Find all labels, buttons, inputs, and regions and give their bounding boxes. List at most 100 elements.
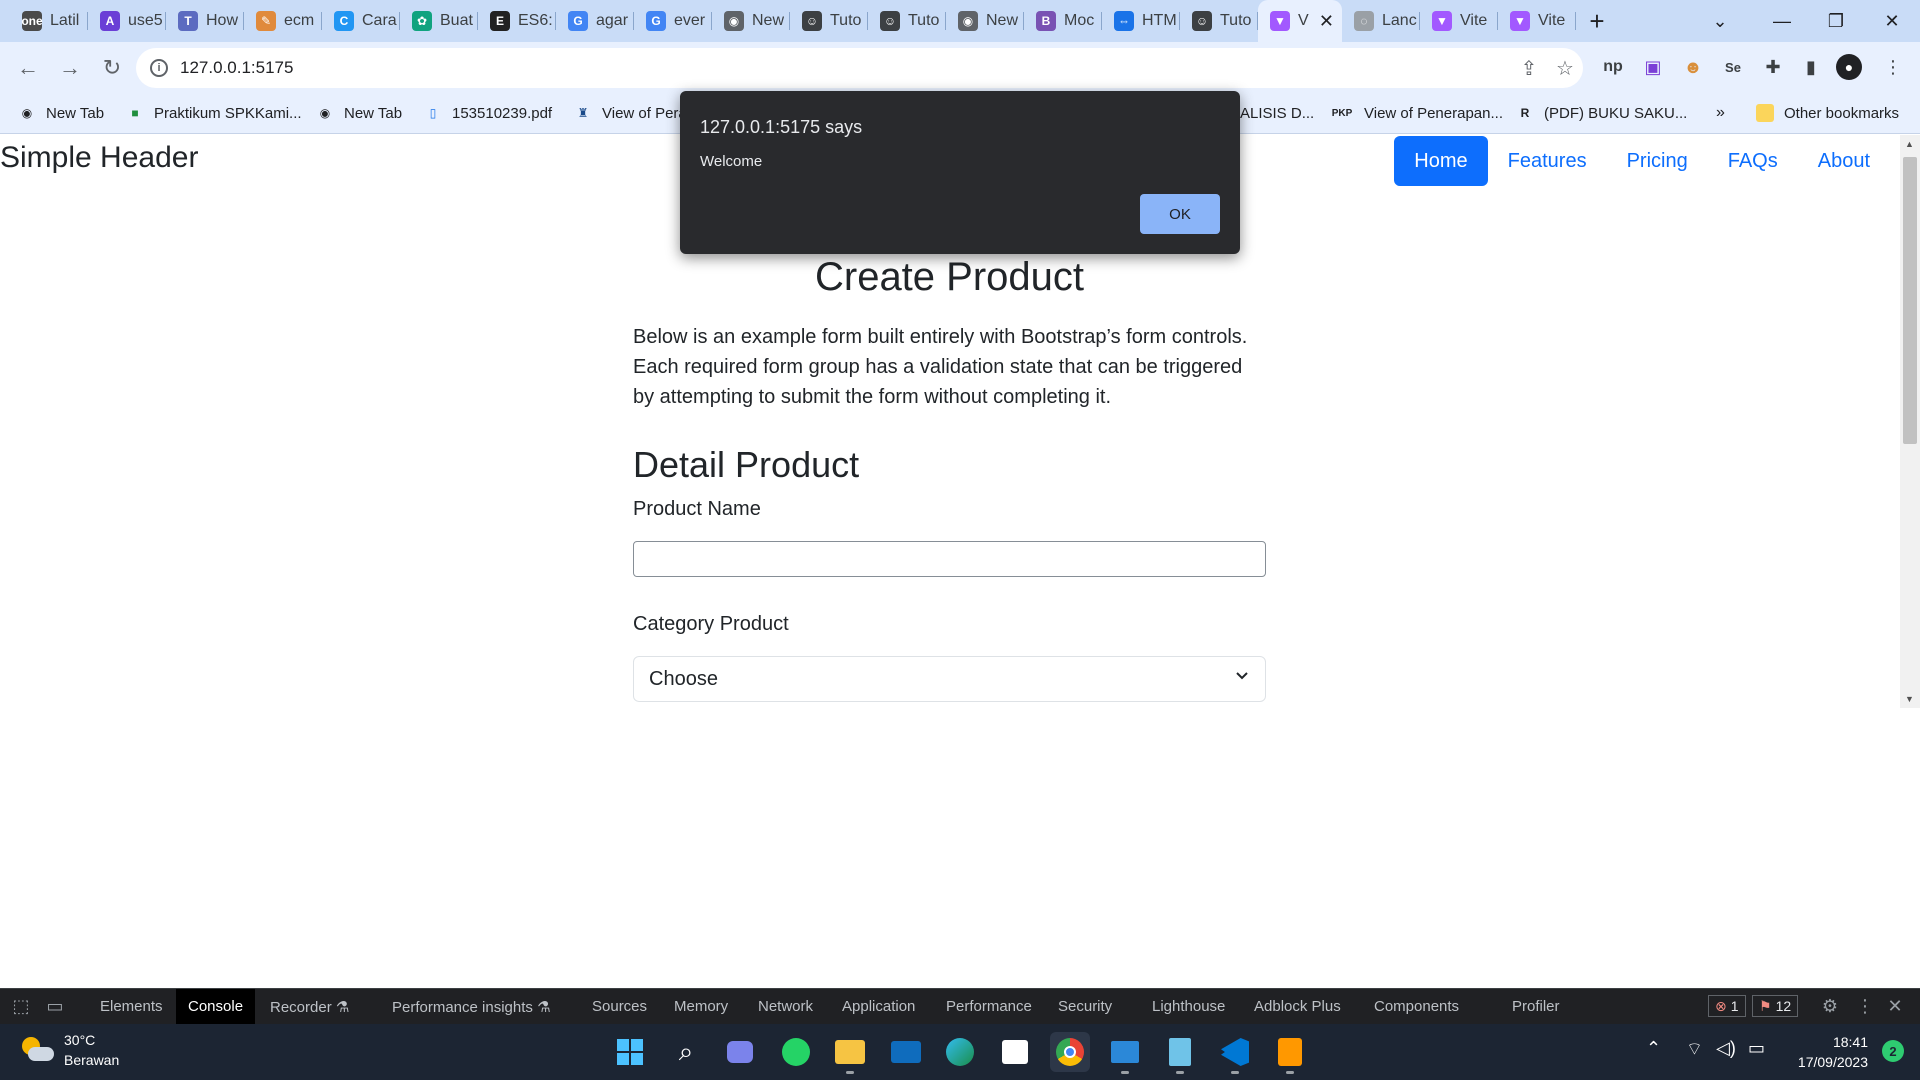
page-scrollbar[interactable]: ▲ ▼ <box>1900 135 1920 708</box>
devtools-tab[interactable]: Lighthouse <box>1140 989 1237 1024</box>
browser-tab[interactable]: ◉ New <box>712 0 790 42</box>
remote-desktop-icon[interactable] <box>1105 1032 1145 1074</box>
bookmark-item[interactable]: ■ Praktikum SPKKami... <box>126 94 301 132</box>
scroll-down-icon[interactable]: ▼ <box>1905 694 1914 704</box>
bookmark-item[interactable]: ALISIS D... <box>1240 94 1314 132</box>
devtools-tab[interactable]: Network <box>746 989 825 1024</box>
vscode-icon[interactable] <box>1215 1032 1255 1074</box>
scroll-thumb[interactable] <box>1903 157 1917 444</box>
site-info-icon[interactable]: i <box>150 59 168 77</box>
devtools-tab[interactable]: Performance insights ⚗ <box>380 989 563 1024</box>
tab-close-icon[interactable]: ✕ <box>1319 11 1334 32</box>
bookmark-item[interactable]: PKP View of Penerapan... <box>1330 94 1503 132</box>
devtools-tab[interactable]: Console <box>176 989 256 1024</box>
inspect-element-icon[interactable]: ⬚ <box>6 989 36 1024</box>
nav-link-features[interactable]: Features <box>1488 136 1607 186</box>
address-bar[interactable]: i 127.0.0.1:5175 ⇪ ☆ <box>136 48 1583 88</box>
browser-tab[interactable]: ☺ Tuto <box>790 0 868 42</box>
minimize-icon[interactable]: — <box>1752 0 1812 42</box>
devtools-tab[interactable]: Application <box>830 989 927 1024</box>
purple-extension-icon[interactable]: ▣ <box>1638 52 1668 82</box>
nav-link-about[interactable]: About <box>1798 136 1890 186</box>
settings-gear-icon[interactable]: ⚙ <box>1815 989 1845 1024</box>
bookmark-item[interactable]: R (PDF) BUKU SAKU... <box>1516 94 1688 132</box>
tab-search-icon[interactable]: ⌄ <box>1690 0 1750 42</box>
devtools-tab[interactable]: Sources <box>580 989 659 1024</box>
store-icon[interactable] <box>995 1032 1035 1072</box>
np-extension-icon[interactable]: np <box>1598 52 1628 82</box>
browser-tab[interactable]: ☺ Tuto <box>1180 0 1258 42</box>
browser-tab[interactable]: ⇔ HTM <box>1102 0 1180 42</box>
profile-avatar[interactable]: ● <box>1836 54 1862 80</box>
volume-icon[interactable]: ◁) <box>1716 1038 1736 1059</box>
devtools-tab[interactable]: Security <box>1046 989 1124 1024</box>
notification-badge[interactable]: 2 <box>1882 1040 1904 1062</box>
browser-tab[interactable]: C Cara <box>322 0 400 42</box>
share-icon[interactable]: ⇪ <box>1511 48 1547 88</box>
browser-tab[interactable]: T How <box>166 0 244 42</box>
bookmark-item[interactable]: ♜ View of Pera <box>574 94 687 132</box>
devtools-tab[interactable]: Profiler <box>1500 989 1572 1024</box>
chrome-icon[interactable] <box>1050 1032 1090 1072</box>
tray-overflow-icon[interactable]: ⌃ <box>1646 1038 1661 1059</box>
reload-icon[interactable]: ↻ <box>92 48 132 88</box>
forward-icon[interactable]: → <box>50 48 90 88</box>
issue-count-badge[interactable]: ⚑ 12 <box>1752 995 1799 1017</box>
wifi-icon[interactable]: ⌔ <box>1686 1038 1703 1061</box>
nav-link-faqs[interactable]: FAQs <box>1708 136 1798 186</box>
selenium-extension-icon[interactable]: Se <box>1718 52 1748 82</box>
file-explorer-icon[interactable] <box>830 1032 870 1074</box>
browser-tab[interactable]: B Moc <box>1024 0 1102 42</box>
browser-tab[interactable]: ▼ Vite <box>1498 0 1576 42</box>
devtools-tab[interactable]: Memory <box>662 989 740 1024</box>
restore-icon[interactable]: ❐ <box>1806 0 1866 42</box>
menu-kebab-icon[interactable]: ⋮ <box>1878 52 1908 82</box>
nav-link-pricing[interactable]: Pricing <box>1607 136 1708 186</box>
new-tab-button[interactable]: + <box>1576 0 1618 42</box>
browser-tab[interactable]: ☺ Tuto <box>868 0 946 42</box>
devtools-menu-icon[interactable]: ⋮ <box>1850 989 1880 1024</box>
close-devtools-icon[interactable]: ✕ <box>1880 989 1910 1024</box>
other-bookmarks[interactable]: Other bookmarks <box>1756 94 1899 132</box>
browser-tab[interactable]: Gever <box>634 0 712 42</box>
start-button-icon[interactable] <box>610 1032 650 1072</box>
notepad-icon[interactable] <box>1160 1032 1200 1074</box>
extensions-puzzle-icon[interactable]: ✚ <box>1758 52 1788 82</box>
teams-chat-icon[interactable] <box>720 1032 760 1072</box>
mail-icon[interactable] <box>886 1032 926 1072</box>
error-count-badge[interactable]: ⊗ 1 <box>1708 995 1746 1017</box>
avatar-extension-icon[interactable]: ☻ <box>1678 52 1708 82</box>
back-icon[interactable]: ← <box>8 48 48 88</box>
scroll-up-icon[interactable]: ▲ <box>1905 139 1914 149</box>
ok-button[interactable]: OK <box>1140 194 1220 234</box>
bookmark-item[interactable]: ◉ New Tab <box>18 94 104 132</box>
devtools-tab[interactable]: Performance <box>934 989 1044 1024</box>
browser-tab[interactable]: Ause5 <box>88 0 166 42</box>
devtools-tab[interactable]: Components <box>1362 989 1471 1024</box>
bookmark-star-icon[interactable]: ☆ <box>1547 48 1583 88</box>
sublime-text-icon[interactable] <box>1270 1032 1310 1074</box>
close-window-icon[interactable]: ✕ <box>1862 0 1920 42</box>
browser-tab[interactable]: ✿ Buat <box>400 0 478 42</box>
browser-tab[interactable]: ▼ Vite <box>1420 0 1498 42</box>
search-icon[interactable]: ⌕ <box>666 1032 706 1072</box>
product-name-input[interactable] <box>633 541 1266 577</box>
nav-link-home[interactable]: Home <box>1394 136 1488 186</box>
browser-tab[interactable]: ▼ V ✕ <box>1258 0 1342 42</box>
bookmarks-overflow-icon[interactable]: » <box>1716 94 1725 132</box>
browser-tab[interactable]: ◌ Lanc <box>1342 0 1420 42</box>
devtools-tab[interactable]: Recorder ⚗ <box>258 989 361 1024</box>
brand-title[interactable]: Simple Header <box>0 141 198 175</box>
bookmark-item[interactable]: ◉ New Tab <box>316 94 402 132</box>
whatsapp-icon[interactable] <box>776 1032 816 1072</box>
browser-tab[interactable]: one Latil <box>10 0 88 42</box>
devtools-tab[interactable]: Adblock Plus <box>1242 989 1353 1024</box>
device-toolbar-icon[interactable]: ▭ <box>40 989 70 1024</box>
browser-tab[interactable]: Gagar <box>556 0 634 42</box>
side-panel-icon[interactable]: ▮ <box>1796 52 1826 82</box>
edge-icon[interactable] <box>940 1032 980 1072</box>
system-clock[interactable]: 18:41 17/09/2023 <box>1798 1032 1868 1072</box>
category-select[interactable]: Choose <box>633 656 1266 702</box>
bookmark-item[interactable]: ▯ 153510239.pdf <box>424 94 552 132</box>
devtools-tab[interactable]: Elements <box>88 989 175 1024</box>
